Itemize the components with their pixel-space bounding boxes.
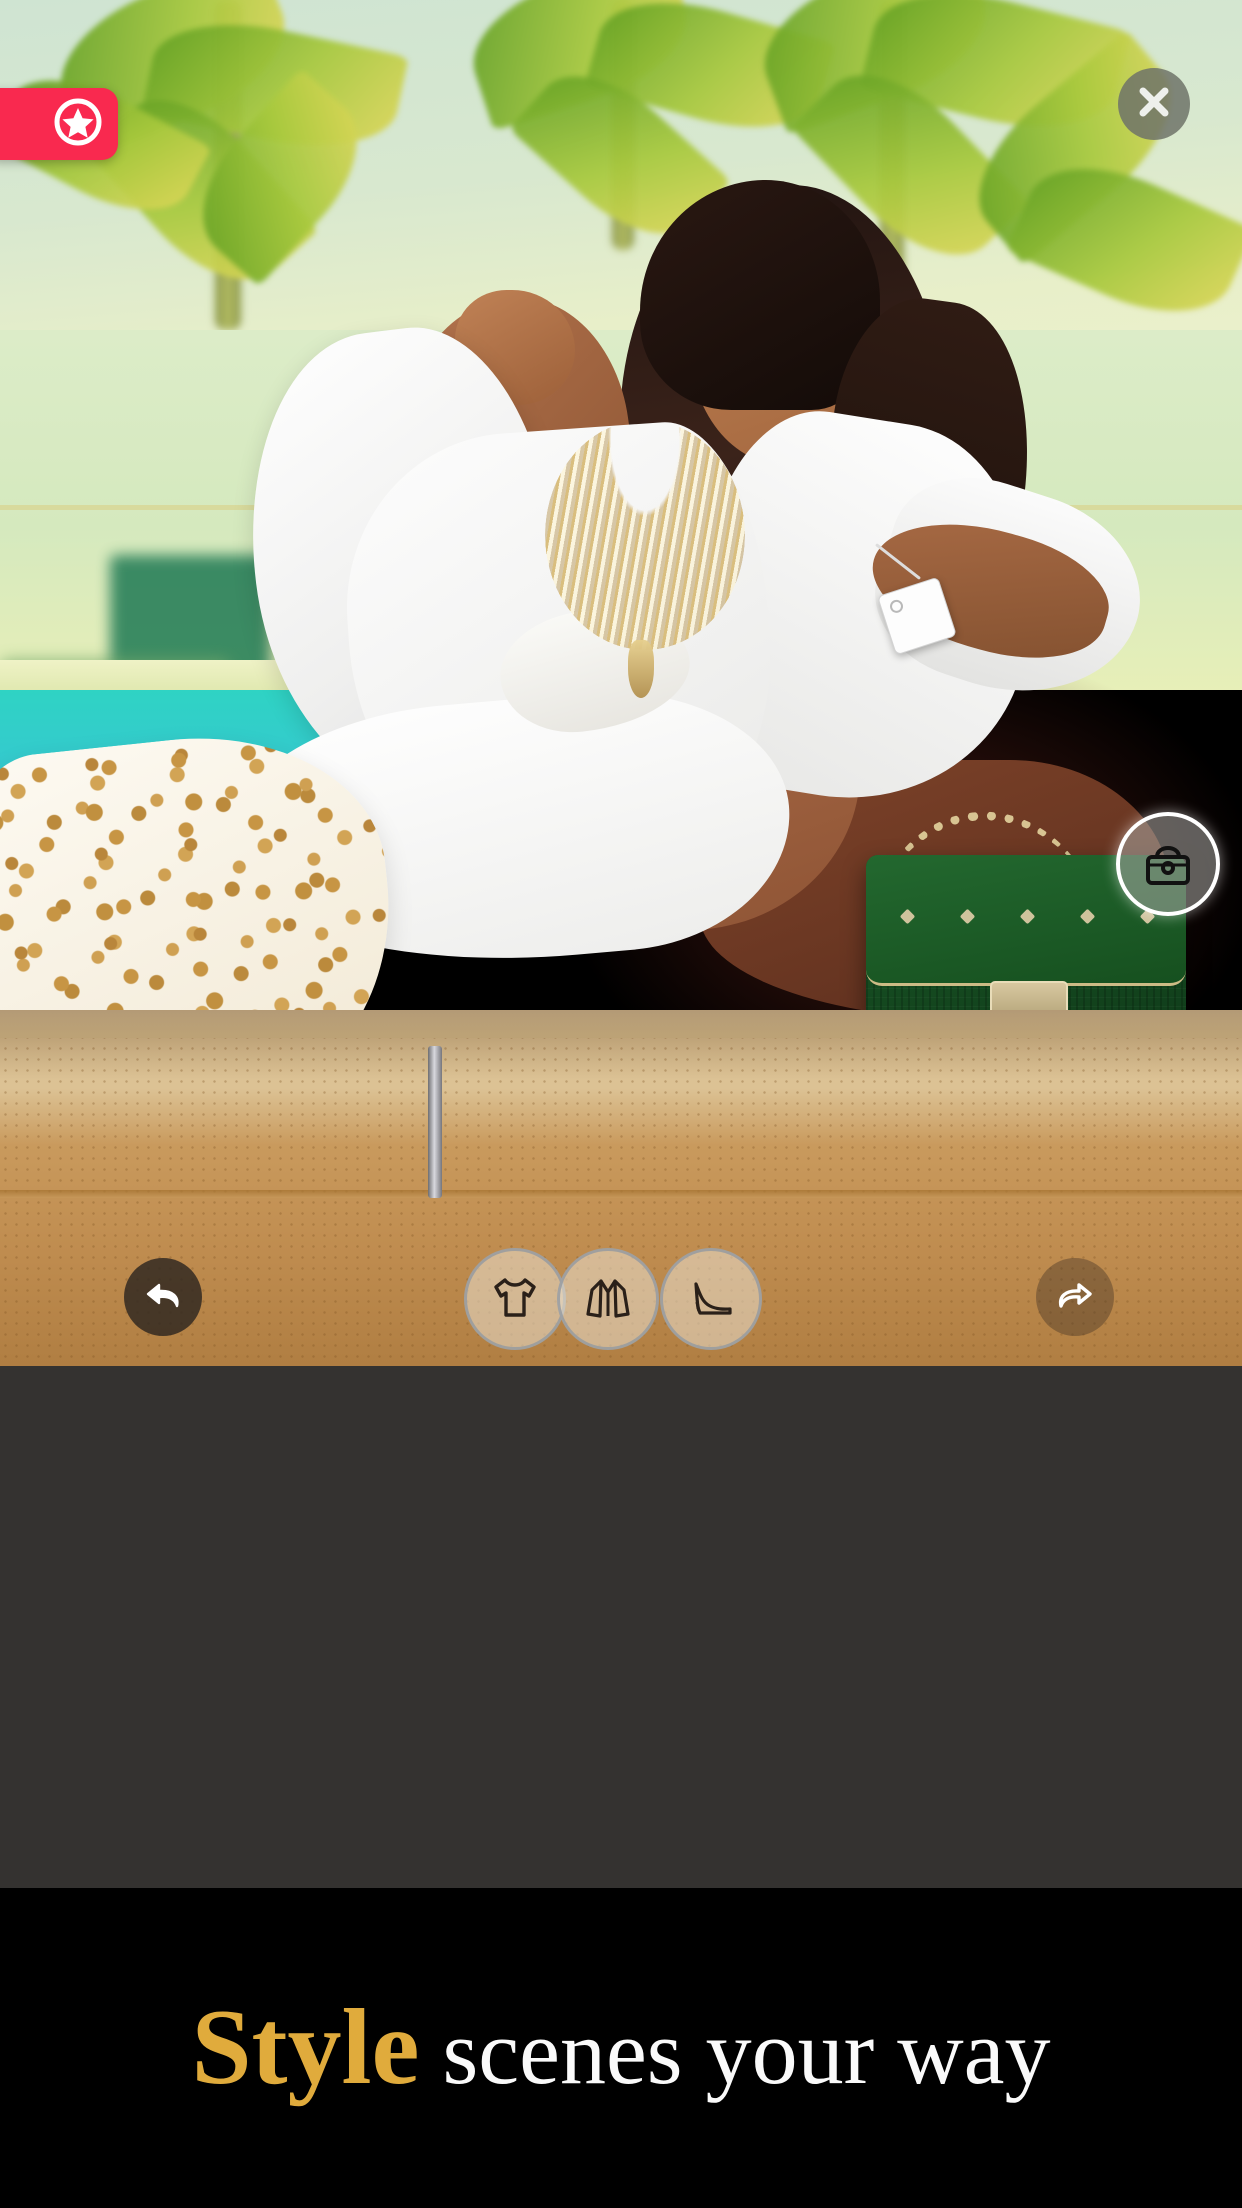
couch-leg	[428, 1046, 442, 1198]
handbag-toggle-button[interactable]	[1116, 812, 1220, 916]
footer-banner: Style scenes your way	[0, 1888, 1242, 2208]
close-button[interactable]	[1118, 68, 1190, 140]
tagline-accent: Style	[191, 1988, 420, 2107]
tagline-rest: scenes your way	[442, 2001, 1051, 2103]
close-icon	[1132, 80, 1176, 129]
scene-photo[interactable]	[0, 0, 1242, 1366]
handbag-icon	[1137, 831, 1199, 898]
outfit-pendant	[628, 640, 654, 698]
wardrobe-panel: Mini Casual / Fashion 1 ★ Mini/Blue 1580	[0, 1366, 1242, 1888]
redo-button[interactable]	[1036, 1258, 1114, 1336]
coat-icon	[579, 1268, 637, 1331]
couch-seam	[0, 1190, 1242, 1198]
undo-arrow-icon	[139, 1271, 187, 1324]
category-button-shoes[interactable]	[660, 1248, 762, 1350]
category-button-tshirt[interactable]	[464, 1248, 566, 1350]
app-root: Mini Casual / Fashion 1 ★ Mini/Blue 1580	[0, 0, 1242, 2208]
redo-arrow-icon	[1051, 1271, 1099, 1324]
undo-button[interactable]	[124, 1258, 202, 1336]
tshirt-icon	[486, 1268, 544, 1331]
couch-shadow	[0, 1010, 1242, 1080]
tagline: Style scenes your way	[191, 1986, 1050, 2110]
star-circle-icon	[52, 96, 104, 153]
promo-badge[interactable]	[0, 88, 118, 160]
outfit-necklace	[545, 420, 745, 650]
heel-shoe-icon	[682, 1268, 740, 1331]
category-button-coat[interactable]	[557, 1248, 659, 1350]
